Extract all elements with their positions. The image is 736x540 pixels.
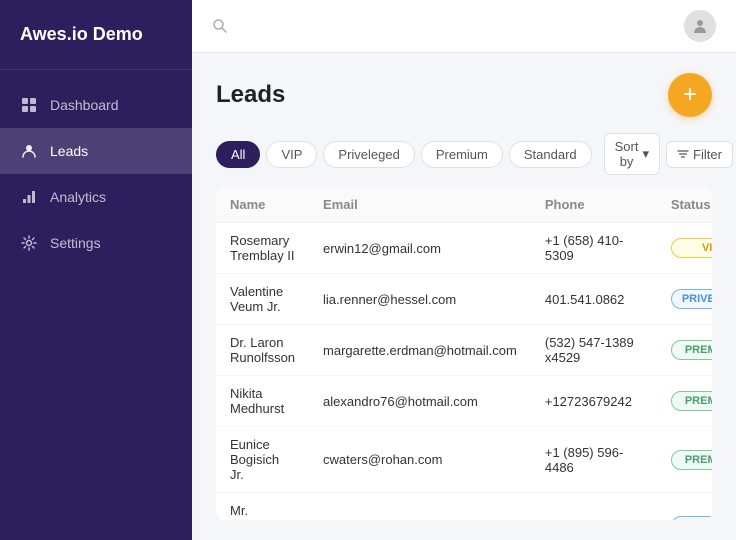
cell-phone: 1-823-328-6945: [531, 493, 657, 521]
cell-email: cwaters@rohan.com: [309, 427, 531, 493]
cell-status: PRIVELEGED: [657, 274, 712, 325]
table-row[interactable]: Rosemary Tremblay II erwin12@gmail.com +…: [216, 223, 712, 274]
cell-phone: +1 (658) 410-5309: [531, 223, 657, 274]
status-badge: PREMIUM: [671, 391, 712, 411]
sidebar-item-leads[interactable]: Leads: [0, 128, 192, 174]
leads-table-container: Name Email Phone Status Sales Rosemary T…: [216, 187, 712, 520]
sort-label: Sort by: [615, 139, 639, 169]
cell-name: Dr. Laron Runolfsson: [216, 325, 309, 376]
cell-email: margarette.erdman@hotmail.com: [309, 325, 531, 376]
sidebar-item-analytics-label: Analytics: [50, 189, 106, 205]
cell-email: alexandro76@hotmail.com: [309, 376, 531, 427]
col-name: Name: [216, 187, 309, 223]
avatar[interactable]: [684, 10, 716, 42]
filter-bar: All VIP Priveleged Premium Standard Sort…: [216, 133, 712, 175]
sidebar-item-dashboard-label: Dashboard: [50, 97, 119, 113]
cell-phone: 401.541.0862: [531, 274, 657, 325]
cell-status: PREMIUM: [657, 325, 712, 376]
chevron-down-icon: ▾: [642, 146, 649, 162]
cell-email: maida.muller@lakin.biz: [309, 493, 531, 521]
sidebar-item-analytics[interactable]: Analytics: [0, 174, 192, 220]
status-badge: VIP: [671, 238, 712, 258]
cell-name: Nikita Medhurst: [216, 376, 309, 427]
tab-priveleged[interactable]: Priveleged: [323, 141, 414, 168]
table-row[interactable]: Eunice Bogisich Jr. cwaters@rohan.com +1…: [216, 427, 712, 493]
sidebar-item-dashboard[interactable]: Dashboard: [0, 82, 192, 128]
sort-button[interactable]: Sort by ▾: [604, 133, 660, 175]
tab-all[interactable]: All: [216, 141, 260, 168]
status-badge: PRIVELEGED: [671, 516, 712, 521]
cell-phone: (532) 547-1389 x4529: [531, 325, 657, 376]
app-logo: Awes.io Demo: [0, 0, 192, 70]
add-lead-button[interactable]: +: [668, 73, 712, 117]
table-row[interactable]: Nikita Medhurst alexandro76@hotmail.com …: [216, 376, 712, 427]
cell-email: lia.renner@hessel.com: [309, 274, 531, 325]
cell-name: Valentine Veum Jr.: [216, 274, 309, 325]
status-badge: PREMIUM: [671, 340, 712, 360]
sidebar-item-leads-label: Leads: [50, 143, 88, 159]
sidebar-nav: Dashboard Leads Analytics: [0, 70, 192, 278]
cell-status: PRIVELEGED: [657, 493, 712, 521]
cell-name: Rosemary Tremblay II: [216, 223, 309, 274]
content-area: Leads + All VIP Priveleged Premium Stand…: [192, 53, 736, 540]
tab-standard[interactable]: Standard: [509, 141, 592, 168]
cell-name: Mr. Brennon Cole: [216, 493, 309, 521]
tab-premium[interactable]: Premium: [421, 141, 503, 168]
cell-phone: +12723679242: [531, 376, 657, 427]
cell-email: erwin12@gmail.com: [309, 223, 531, 274]
cell-status: PREMIUM: [657, 427, 712, 493]
dashboard-icon: [20, 96, 38, 114]
leads-icon: [20, 142, 38, 160]
table-row[interactable]: Mr. Brennon Cole maida.muller@lakin.biz …: [216, 493, 712, 521]
table-row[interactable]: Dr. Laron Runolfsson margarette.erdman@h…: [216, 325, 712, 376]
cell-phone: +1 (895) 596-4486: [531, 427, 657, 493]
cell-name: Eunice Bogisich Jr.: [216, 427, 309, 493]
filter-icon: [677, 148, 689, 160]
analytics-icon: [20, 188, 38, 206]
filter-button[interactable]: Filter: [666, 141, 733, 168]
col-status: Status: [657, 187, 712, 223]
page-header: Leads +: [216, 73, 712, 117]
cell-status: PREMIUM: [657, 376, 712, 427]
settings-icon: [20, 234, 38, 252]
sidebar: Awes.io Demo Dashboard Leads: [0, 0, 192, 540]
col-phone: Phone: [531, 187, 657, 223]
page-title: Leads: [216, 81, 285, 109]
search-box[interactable]: [212, 18, 228, 34]
tab-vip[interactable]: VIP: [266, 141, 317, 168]
search-icon: [212, 18, 228, 34]
leads-table: Name Email Phone Status Sales Rosemary T…: [216, 187, 712, 520]
cell-status: VIP: [657, 223, 712, 274]
table-row[interactable]: Valentine Veum Jr. lia.renner@hessel.com…: [216, 274, 712, 325]
topbar: [192, 0, 736, 53]
sidebar-item-settings[interactable]: Settings: [0, 220, 192, 266]
col-email: Email: [309, 187, 531, 223]
main-content: Leads + All VIP Priveleged Premium Stand…: [192, 0, 736, 540]
status-badge: PRIVELEGED: [671, 289, 712, 309]
sidebar-item-settings-label: Settings: [50, 235, 101, 251]
filter-label: Filter: [693, 147, 722, 162]
status-badge: PREMIUM: [671, 450, 712, 470]
